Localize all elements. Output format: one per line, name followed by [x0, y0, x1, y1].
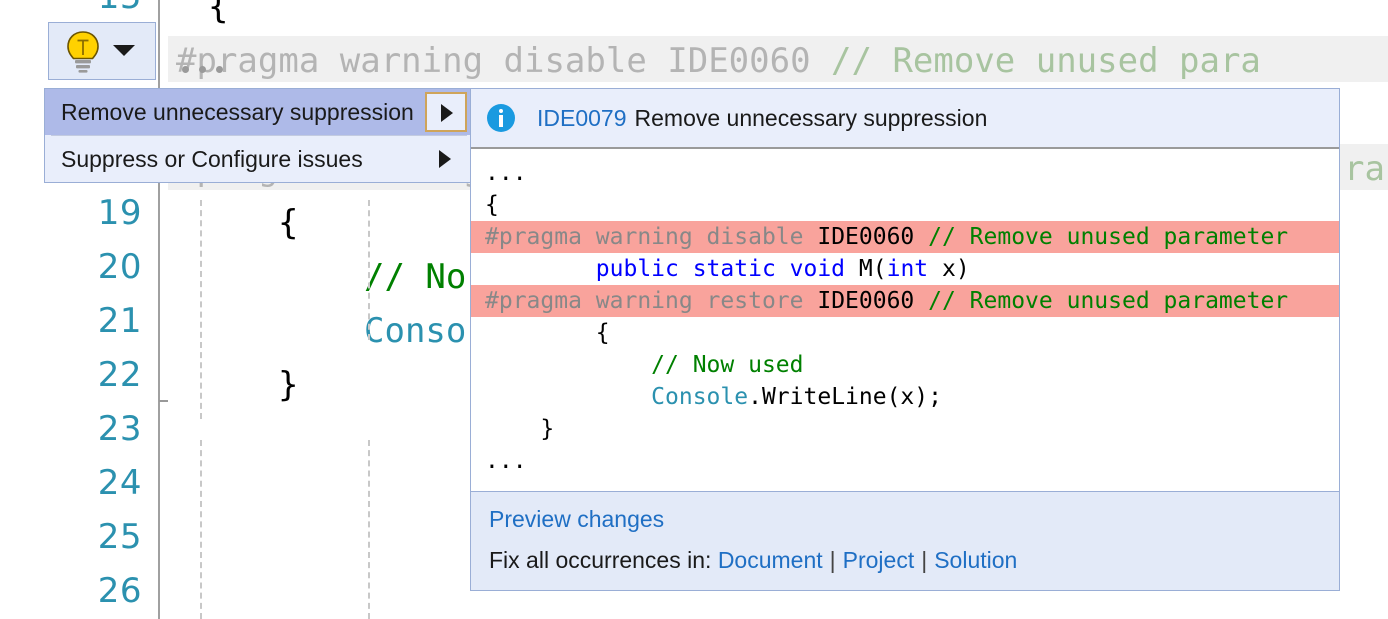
code-token: // Now used	[651, 352, 803, 378]
chevron-right-icon	[441, 104, 453, 122]
code-token: ...	[485, 160, 527, 186]
indent-guide	[368, 200, 370, 340]
preview-code-diff: ... { #pragma warning disable IDE0060 // R…	[471, 149, 1339, 491]
code-token: public static void	[596, 256, 859, 282]
code-token: Conso	[364, 311, 466, 351]
editor-code-line: {	[168, 0, 1388, 34]
code-token: x)	[928, 256, 970, 282]
code-token	[485, 384, 651, 410]
quick-actions-lightbulb-button[interactable]	[48, 22, 156, 80]
code-token: // Remove unused parameter	[928, 224, 1288, 250]
context-menu-item[interactable]: Suppress or Configure issues	[45, 136, 473, 182]
code-token: }	[278, 365, 298, 405]
chevron-down-icon[interactable]	[113, 45, 135, 56]
diff-context-line: {	[471, 189, 1339, 221]
suggestion-ellipsis-dot[interactable]	[216, 66, 223, 73]
lightbulb-icon	[63, 31, 103, 73]
code-token	[485, 352, 651, 378]
diagnostic-id: IDE0079	[537, 105, 627, 132]
diff-removed-line: #pragma warning disable IDE0060 // Remov…	[471, 221, 1339, 253]
diff-removed-line: #pragma warning restore IDE0060 // Remov…	[471, 285, 1339, 317]
code-token: ...	[485, 448, 527, 474]
line-number: 22	[22, 358, 142, 392]
diff-context-line: public static void M(int x)	[471, 253, 1339, 285]
code-token	[485, 256, 596, 282]
code-token: // Remove unused parameter	[928, 288, 1288, 314]
code-token: #pragma warning restore	[485, 288, 817, 314]
editor-code-line: #pragma warning disable IDE0060 // Remov…	[168, 34, 1388, 88]
line-number: 24	[22, 466, 142, 500]
fix-all-label: Fix all occurrences in:	[489, 547, 711, 573]
diff-context-line: // Now used	[471, 349, 1339, 381]
line-number: 26	[22, 574, 142, 608]
line-number: 21	[22, 304, 142, 338]
code-token: M(	[859, 256, 887, 282]
diff-context-line: {	[471, 317, 1339, 349]
code-token: {	[208, 0, 228, 27]
fix-all-scope-link[interactable]: Solution	[934, 547, 1017, 573]
preview-footer: Preview changes Fix all occurrences in: …	[471, 491, 1339, 590]
context-menu-item-label: Remove unnecessary suppression	[61, 99, 414, 126]
code-token: IDE0060	[817, 224, 928, 250]
editor-code-line-fragment: ra	[1344, 142, 1388, 196]
diagnostic-title: Remove unnecessary suppression	[635, 105, 988, 132]
code-token: IDE0060	[817, 288, 928, 314]
context-menu-item[interactable]: Remove unnecessary suppression	[45, 89, 473, 135]
code-token: {	[278, 203, 298, 243]
line-number: 23	[22, 412, 142, 446]
code-token: {	[485, 320, 610, 346]
code-token: // No	[364, 257, 466, 297]
fix-all-scope-link[interactable]: Project	[843, 547, 915, 573]
indent-guide	[200, 440, 202, 619]
code-token: #pragma warning disable	[485, 224, 817, 250]
link-separator: |	[921, 547, 927, 573]
diff-context-line: ...	[471, 157, 1339, 189]
preview-changes-link[interactable]: Preview changes	[489, 506, 664, 532]
code-token: int	[887, 256, 929, 282]
fix-all-row: Fix all occurrences in: Document|Project…	[489, 547, 1339, 574]
preview-header: IDE0079 Remove unnecessary suppression	[471, 89, 1339, 149]
link-separator: |	[830, 547, 836, 573]
line-number: 15	[22, 0, 142, 14]
diff-context-line: Console.WriteLine(x);	[471, 381, 1339, 413]
indent-guide	[200, 200, 202, 419]
fix-all-scope-link[interactable]: Document	[718, 547, 823, 573]
visual-studio-editor-screen: { #pragma warning disable IDE0060 // Remo…	[0, 0, 1388, 619]
diff-context-line: }	[471, 413, 1339, 445]
code-token: {	[485, 192, 499, 218]
info-icon	[487, 104, 515, 132]
line-number: 19	[22, 196, 142, 230]
code-outline-marker[interactable]	[159, 400, 168, 402]
quick-action-preview-tooltip: IDE0079 Remove unnecessary suppression .…	[470, 88, 1340, 591]
code-token: #pragma warning disable IDE0060	[176, 41, 831, 81]
submenu-expand-button[interactable]	[425, 92, 467, 132]
chevron-right-icon[interactable]	[439, 150, 451, 168]
code-token: .WriteLine(x);	[748, 384, 942, 410]
code-token: // Remove unused para	[831, 41, 1261, 81]
suggestion-ellipsis-dot[interactable]	[199, 66, 206, 73]
code-token: }	[485, 416, 554, 442]
line-number: 20	[22, 250, 142, 284]
quick-actions-context-menu[interactable]: Remove unnecessary suppression Suppress o…	[44, 88, 474, 183]
diff-context-line: ...	[471, 445, 1339, 477]
code-token: Console	[651, 384, 748, 410]
context-menu-item-label: Suppress or Configure issues	[61, 146, 363, 173]
indent-guide	[368, 440, 370, 619]
line-number: 25	[22, 520, 142, 554]
suggestion-ellipsis-dot[interactable]	[182, 66, 189, 73]
